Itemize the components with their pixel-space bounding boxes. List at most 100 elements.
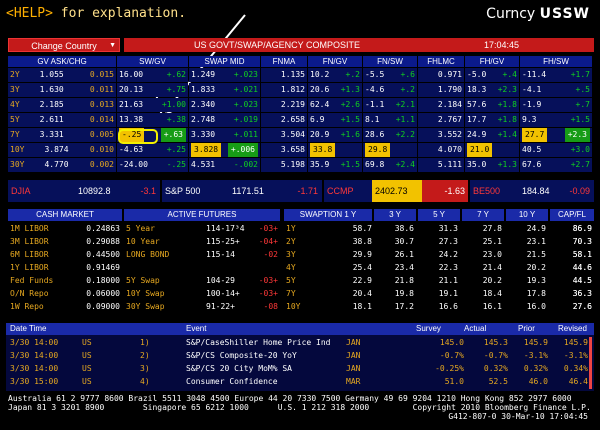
fhlmc-value[interactable]: 2.767 — [418, 113, 464, 127]
swaption-cell[interactable]: 2Y — [286, 236, 296, 248]
swaption-cell[interactable]: 58.7 — [334, 223, 372, 235]
fhlmc-value[interactable]: 3.552 — [418, 128, 464, 142]
swaption-cell[interactable]: 27.8 — [462, 223, 502, 235]
swap-mid[interactable]: 2.340 +.023 — [189, 98, 260, 112]
swaption-cell[interactable]: 24.2 — [418, 249, 458, 261]
event-row[interactable]: 3/30 15:00 US 4) Consumer Confidence MAR 51.0… — [6, 376, 592, 388]
grid-header[interactable]: FN/SW — [363, 56, 417, 67]
event-row[interactable]: 3/30 14:00 US 1) S&P/CaseShiller Home Price… — [6, 337, 592, 349]
sw-gv[interactable]: 16.00 +.62 — [117, 68, 188, 82]
swap-mid[interactable]: 3.828 +.006 — [189, 143, 260, 157]
grid-header[interactable]: FNMA — [261, 56, 307, 67]
swaption-cell[interactable]: 21.8 — [374, 275, 414, 287]
fnma-value[interactable]: 2.658 — [261, 113, 307, 127]
swaption-cell[interactable]: 44.6 — [550, 262, 592, 274]
swaption-header[interactable]: 7 Y — [462, 209, 504, 221]
swaption-cell[interactable]: 19.1 — [418, 288, 458, 300]
swap-mid[interactable]: 3.330 +.011 — [189, 128, 260, 142]
swaption-cell[interactable]: 10Y — [286, 301, 300, 313]
fn-gv[interactable]: 35.9 +1.5 — [308, 158, 362, 172]
cash-row[interactable]: 1Y LIBOR 0.91469 — [8, 262, 122, 274]
fn-gv[interactable]: 6.9 +1.5 — [308, 113, 362, 127]
tenor-row[interactable]: 3Y 1.630 0.011 — [8, 83, 116, 97]
grid-header[interactable]: FH/SW — [520, 56, 592, 67]
swaption-cell[interactable]: 16.1 — [462, 301, 502, 313]
swaption-cell[interactable]: 18.1 — [334, 301, 372, 313]
fnma-value[interactable]: 5.198 — [261, 158, 307, 172]
fhlmc-value[interactable]: 4.070 — [418, 143, 464, 157]
fn-sw[interactable]: 8.1 +1.1 — [363, 113, 417, 127]
cash-row[interactable]: O/N Repo 0.06000 — [8, 288, 122, 300]
swaption-cell[interactable]: 58.1 — [550, 249, 592, 261]
be500-cell[interactable]: BE500 184.84 -0.09 — [470, 180, 594, 202]
cash-row[interactable]: Fed Funds 0.18000 — [8, 275, 122, 287]
fhlmc-value[interactable]: 2.184 — [418, 98, 464, 112]
swaption-cell[interactable]: 16.6 — [418, 301, 458, 313]
fnma-value[interactable]: 1.135 — [261, 68, 307, 82]
futures-row[interactable]: 10Y Swap 100-14+ -03+ — [124, 288, 280, 300]
swaption-cell[interactable]: 4Y — [286, 262, 296, 274]
fn-sw[interactable]: 29.8+3.9 — [363, 143, 417, 157]
swaption-cell[interactable]: 5Y — [286, 275, 296, 287]
swaption-cell[interactable]: 21.5 — [506, 249, 546, 261]
swaption-cell[interactable]: 20.2 — [506, 262, 546, 274]
fhlmc-value[interactable]: 1.790 — [418, 83, 464, 97]
swaption-cell[interactable]: 70.3 — [550, 236, 592, 248]
ccmp-label[interactable]: CCMP — [324, 180, 372, 202]
events-scrollbar[interactable] — [589, 337, 592, 389]
fh-gv[interactable]: 18.3 +2.3 — [465, 83, 519, 97]
fh-sw[interactable]: -11.4 +1.7 — [520, 68, 592, 82]
cash-row[interactable]: 1M LIBOR 0.24863 — [8, 223, 122, 235]
swaption-cell[interactable]: 21.1 — [418, 275, 458, 287]
tenor-row[interactable]: 4Y 2.185 0.013 — [8, 98, 116, 112]
fn-gv[interactable]: 62.4 +2.6 — [308, 98, 362, 112]
futures-row[interactable]: LONG BOND 115-14 -02 — [124, 249, 280, 261]
cash-row[interactable]: 6M LIBOR 0.44500 — [8, 249, 122, 261]
sw-gv[interactable]: 21.63 +1.00 — [117, 98, 188, 112]
fh-gv[interactable]: 57.6 +1.8 — [465, 98, 519, 112]
swaption-cell[interactable]: 21.4 — [462, 262, 502, 274]
swaption-cell[interactable]: 7Y — [286, 288, 296, 300]
swaption-cell[interactable]: 23.0 — [462, 249, 502, 261]
fh-gv[interactable]: -5.0 +.4 — [465, 68, 519, 82]
futures-row[interactable] — [124, 262, 280, 274]
help-key[interactable]: <HELP> — [6, 6, 53, 21]
fnma-value[interactable]: 2.219 — [261, 98, 307, 112]
swaption-cell[interactable]: 1Y — [286, 223, 296, 235]
grid-header[interactable]: FH/GV — [465, 56, 519, 67]
sw-gv[interactable]: -4.63 +.25 — [117, 143, 188, 157]
fnma-value[interactable]: 1.812 — [261, 83, 307, 97]
sw-gv[interactable]: 20.13 +.75 — [117, 83, 188, 97]
change-country-dropdown[interactable]: Change Country ▼ — [8, 38, 120, 52]
swap-mid[interactable]: 1.249 +.023 — [189, 68, 260, 82]
swaption-cell[interactable]: 30.7 — [374, 236, 414, 248]
fn-gv[interactable]: 10.2 +.2 — [308, 68, 362, 82]
swaption-header[interactable]: 5 Y — [418, 209, 460, 221]
swaption-cell[interactable]: 44.5 — [550, 275, 592, 287]
futures-row[interactable]: 30Y Swap 91-22+ -08 — [124, 301, 280, 313]
swaption-cell[interactable]: 24.9 — [506, 223, 546, 235]
swap-mid[interactable]: 1.833 +.021 — [189, 83, 260, 97]
swaption-cell[interactable]: 26.1 — [374, 249, 414, 261]
tenor-row[interactable]: 7Y 3.331 0.005 — [8, 128, 116, 142]
swaption-cell[interactable]: 27.6 — [550, 301, 592, 313]
sp500-cell[interactable]: S&P 500 1171.51 -1.71 — [162, 180, 322, 202]
swaption-header[interactable]: 3 Y — [374, 209, 416, 221]
swaption-cell[interactable]: 17.8 — [506, 288, 546, 300]
tenor-row[interactable]: 30Y 4.770 0.002 — [8, 158, 116, 172]
sw-gv[interactable]: 13.38 +.38 — [117, 113, 188, 127]
grid-header[interactable]: SWAP MID — [189, 56, 260, 67]
tenor-row[interactable]: 5Y 2.611 0.014 — [8, 113, 116, 127]
swaption-header[interactable]: SWAPTION 1 Y — [284, 209, 372, 221]
swaption-cell[interactable]: 86.9 — [550, 223, 592, 235]
swaption-cell[interactable]: 23.1 — [506, 236, 546, 248]
futures-row[interactable]: 5 Year 114-17³4 -03+ — [124, 223, 280, 235]
fh-sw[interactable]: 27.7 +2.3 — [520, 128, 592, 142]
fn-sw[interactable]: -5.5 +.6 — [363, 68, 417, 82]
djia-cell[interactable]: DJIA 10892.8 -3.1 — [8, 180, 160, 202]
swaption-cell[interactable]: 29.9 — [334, 249, 372, 261]
fn-sw[interactable]: 69.8 +2.4 — [363, 158, 417, 172]
swaption-cell[interactable]: 22.3 — [418, 262, 458, 274]
swaption-cell[interactable]: 16.0 — [506, 301, 546, 313]
swaption-cell[interactable]: 25.1 — [462, 236, 502, 248]
